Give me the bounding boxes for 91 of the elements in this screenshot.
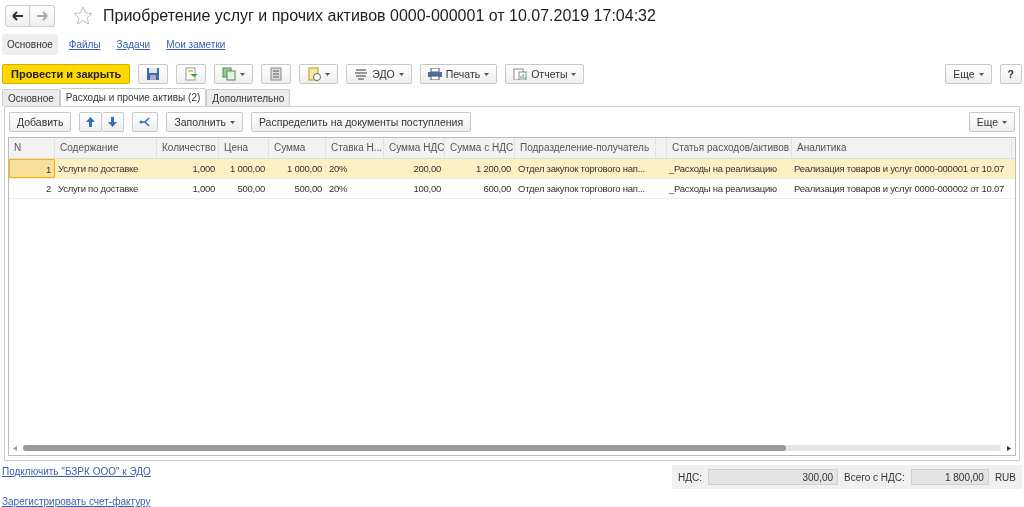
document-icon: [307, 67, 322, 82]
column-header[interactable]: Ставка Н...: [326, 138, 384, 159]
toolbar-button[interactable]: [138, 64, 169, 85]
table-cell-text: Реализация товаров и услуг 0000-000002 от 10.07: [793, 182, 1005, 197]
scroll-left-icon: [13, 445, 17, 451]
table-cell-text: 500,00: [293, 182, 323, 197]
caret-icon: [229, 120, 235, 124]
column-header[interactable]: N: [9, 138, 55, 159]
branch-icon: [139, 116, 152, 129]
distribute-button[interactable]: Распределить на документы поступления: [250, 112, 472, 133]
menu-button[interactable]: Отчеты: [505, 64, 585, 85]
column-header[interactable]: Цена: [219, 138, 269, 159]
table-row[interactable]: 1 Услуги по доставке 1,000 1 000,00 1 000,00 20% 200,00 1 200,00 Отдел закупок торгового нап... _Расходы на реализацию Реализация товаров и услуг 0000-000001 от 10.07: [9, 159, 1015, 180]
section-link[interactable]: Файлы: [63, 34, 106, 56]
table-cell-text: 1 200,00: [475, 162, 512, 177]
column-header[interactable]: Сумма с НДС: [445, 138, 515, 159]
window-title: Приобретение услуг и прочих активов 0000-000001 от 10.07.2019 17:04:32: [103, 7, 656, 26]
tab[interactable]: Расходы и прочие активы (2): [59, 88, 207, 107]
column-header[interactable]: Статья расходов/активов: [667, 138, 792, 159]
column-header[interactable]: Сумма: [269, 138, 326, 159]
table-cell-text: Отдел закупок торгового нап...: [517, 182, 646, 197]
vat-label: НДС:: [678, 471, 703, 483]
report-icon: [513, 68, 528, 81]
column-header[interactable]: Аналитика: [792, 138, 1012, 159]
table-cell-text: 1 000,00: [286, 162, 323, 177]
table-cell-text: 2: [44, 182, 52, 197]
caret-icon: [398, 72, 404, 76]
stacked-lines-icon: [354, 68, 369, 81]
star-icon[interactable]: [73, 6, 93, 27]
caret-icon: [325, 72, 331, 76]
back-arrow-icon: [11, 11, 24, 22]
table-cell-text: 20%: [328, 162, 349, 177]
currency-label: RUB: [994, 471, 1016, 483]
toolbar-button[interactable]: [214, 64, 254, 85]
column-header[interactable]: Подразделение-получатель: [515, 138, 656, 159]
fill-menu-button[interactable]: Заполнить: [166, 112, 243, 133]
split-button[interactable]: [132, 112, 159, 133]
link[interactable]: Зарегистрировать счет-фактуру: [2, 496, 151, 507]
table-cell-text: Реализация товаров и услуг 0000-000001 от 10.07: [793, 162, 1005, 177]
table-cell-text: Услуги по доставке: [57, 182, 140, 197]
table-cell-text: 500,00: [236, 182, 266, 197]
toolbar-button[interactable]: [299, 64, 339, 85]
document-icon: [222, 67, 237, 82]
link[interactable]: Подключить "БЗРК ООО" к ЭДО: [2, 466, 151, 477]
table-cell-text: 20%: [328, 182, 349, 197]
total-field[interactable]: 1 800,00: [910, 469, 989, 485]
section-link[interactable]: Основное: [2, 34, 58, 56]
menu-button[interactable]: Печать: [419, 64, 498, 85]
caret-icon: [1002, 120, 1007, 124]
tab[interactable]: Основное: [2, 89, 60, 107]
up-arrow-icon: [86, 117, 96, 128]
menu-button[interactable]: ЭДО: [346, 64, 412, 85]
table-cell: 1: [9, 159, 55, 179]
add-button[interactable]: Добавить: [9, 112, 72, 133]
list-icon: [269, 67, 284, 82]
table-cell-text: _Расходы на реализацию: [668, 162, 778, 177]
section-link[interactable]: Задачи: [111, 34, 156, 56]
table-cell-text: 600,00: [482, 182, 512, 197]
caret-icon: [240, 72, 246, 76]
help-button[interactable]: ?: [999, 64, 1022, 85]
table-cell-text: 100,00: [412, 182, 442, 197]
table-cell-text: 1,000: [191, 162, 216, 177]
table-cell-text: Отдел закупок торгового нап...: [517, 162, 646, 177]
section-link[interactable]: Мои заметки: [161, 34, 231, 56]
document-icon: [184, 67, 199, 82]
move-down-button[interactable]: [102, 112, 125, 133]
caret-icon: [571, 72, 577, 76]
toolbar-button[interactable]: [261, 64, 292, 85]
caret-icon: [978, 72, 984, 76]
more-button[interactable]: Еще: [968, 112, 1015, 133]
forward-arrow-icon: [36, 11, 48, 22]
table-cell-text: 1 000,00: [229, 162, 266, 177]
table-row[interactable]: 2 Услуги по доставке 1,000 500,00 500,00 20% 100,00 600,00 Отдел закупок торгового нап... _Расходы на реализацию Реализация товаров и услуг 0000-000002 от 10.07: [9, 179, 1015, 200]
post-and-close-button[interactable]: Провести и закрыть: [2, 64, 131, 85]
printer-icon: [427, 68, 442, 81]
table-cell-text: 1,000: [191, 182, 216, 197]
vat-field[interactable]: 300,00: [708, 469, 839, 485]
scroll-right-icon: [1007, 445, 1011, 451]
column-header[interactable]: Сумма НДС: [384, 138, 445, 159]
total-label: Всего с НДС:: [844, 471, 905, 483]
table-cell-text: Услуги по доставке: [57, 162, 140, 177]
column-header[interactable]: Количество: [157, 138, 219, 159]
column-header[interactable]: Содержание: [55, 138, 157, 159]
move-up-button[interactable]: [79, 112, 103, 133]
caret-icon: [484, 72, 490, 76]
tab[interactable]: Дополнительно: [206, 89, 291, 107]
down-arrow-icon: [108, 117, 118, 128]
more-button[interactable]: Еще: [945, 64, 992, 85]
table-cell-text: _Расходы на реализацию: [668, 182, 778, 197]
table-cell-text: 200,00: [412, 162, 442, 177]
back-button[interactable]: [5, 5, 30, 28]
